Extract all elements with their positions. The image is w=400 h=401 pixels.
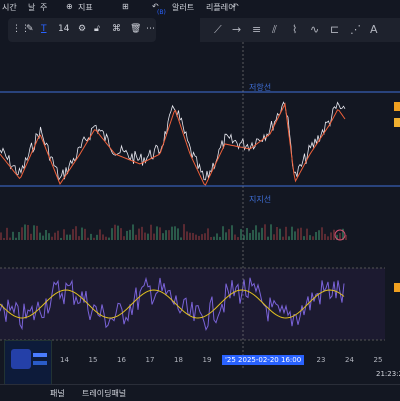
more-icon[interactable]: ⋯ [146,24,155,34]
x-axis-tick: 17 [145,356,155,364]
indicators-button[interactable]: 지표 [78,2,93,13]
resistance-label: 저항선 [249,83,272,92]
arrow-icon[interactable]: → [232,23,241,36]
symbol-suffix: (B) [157,9,166,16]
price-tag [394,102,400,111]
x-axis-tick: 18 [174,356,183,364]
zigzag-icon[interactable]: ∿ [310,23,319,36]
font-size-value[interactable]: 14 [58,24,69,34]
x-axis-tick: 16 [117,356,126,364]
tab-panel[interactable]: 패널 [50,388,65,399]
redo-icon[interactable]: ↶ [232,2,239,11]
drawing-floating-toolbar: ⋮⋮ ✎ T 14 ⚙ 🔓︎ ⌘ 🗑︎ ⋯ [8,18,156,42]
pattern2-icon[interactable]: ⋰ [350,23,361,36]
crosshair-date-badge: '25 2025-02-20 16:00 [222,355,305,365]
interval-week[interactable]: 주 [40,2,47,13]
thumbnail-image[interactable] [4,340,52,386]
tab-trading-panel[interactable]: 트레이딩패널 [82,388,126,399]
x-axis-tick: 14 [60,356,69,364]
compare-icon[interactable]: ⊕ [66,2,73,11]
ruler-icon[interactable]: ⊏ [330,23,339,36]
x-axis-tick: 24 [345,356,354,364]
x-axis-tick: 15 [88,356,98,364]
thumbnail-graphic [33,361,47,365]
osc-tag [394,283,400,292]
interval-label[interactable]: 시간 [2,2,17,13]
bottom-panel-tabs: 패널 트레이딩패널 [0,384,400,401]
channel-icon[interactable]: ⫽ [272,23,277,37]
text-tool-icon[interactable]: A [370,23,378,36]
x-axis-tick: 25 [373,356,383,364]
pattern-icon[interactable]: ⌇ [292,23,297,36]
x-axis-tick: 19 [202,356,212,364]
drawing-tools-bar: ⟋ → ≡ ⫽ ⌇ ∿ ⊏ ⋰ A [200,18,400,42]
link-icon[interactable]: ⌘ [112,24,121,34]
thumbnail-graphic [11,349,31,369]
lock-icon[interactable]: 🔓︎ [94,24,100,34]
volume-bars [0,224,347,240]
layout-icon[interactable]: ⊞ [122,2,129,11]
fib-icon[interactable]: ≡ [252,23,261,36]
top-toolbar: 시간 날 주 ⊕ 지표 ⊞ ↶ 알러트 리플레이 ↶ (B) [0,0,400,16]
crosshair-date: '25 2025-02-20 [225,356,279,364]
settings-icon[interactable]: ⚙ [78,24,86,34]
price-chart[interactable] [0,42,400,368]
moving-average-line [0,102,346,186]
x-axis-tick: 23 [316,356,326,364]
support-label: 지지선 [249,195,272,204]
pencil-icon[interactable]: ✎ [26,24,34,34]
text-icon[interactable]: T [41,24,47,34]
trash-icon[interactable]: 🗑︎ [130,24,141,34]
alert-button[interactable]: 알러트 [172,2,194,13]
price-tag [394,118,400,127]
interval-day[interactable]: 날 [28,2,35,13]
thumbnail-graphic [33,353,47,357]
clock: 21:23:2 [376,370,400,378]
trendline-icon[interactable]: ⟋ [214,23,222,37]
crosshair-time: 16:00 [280,356,302,364]
